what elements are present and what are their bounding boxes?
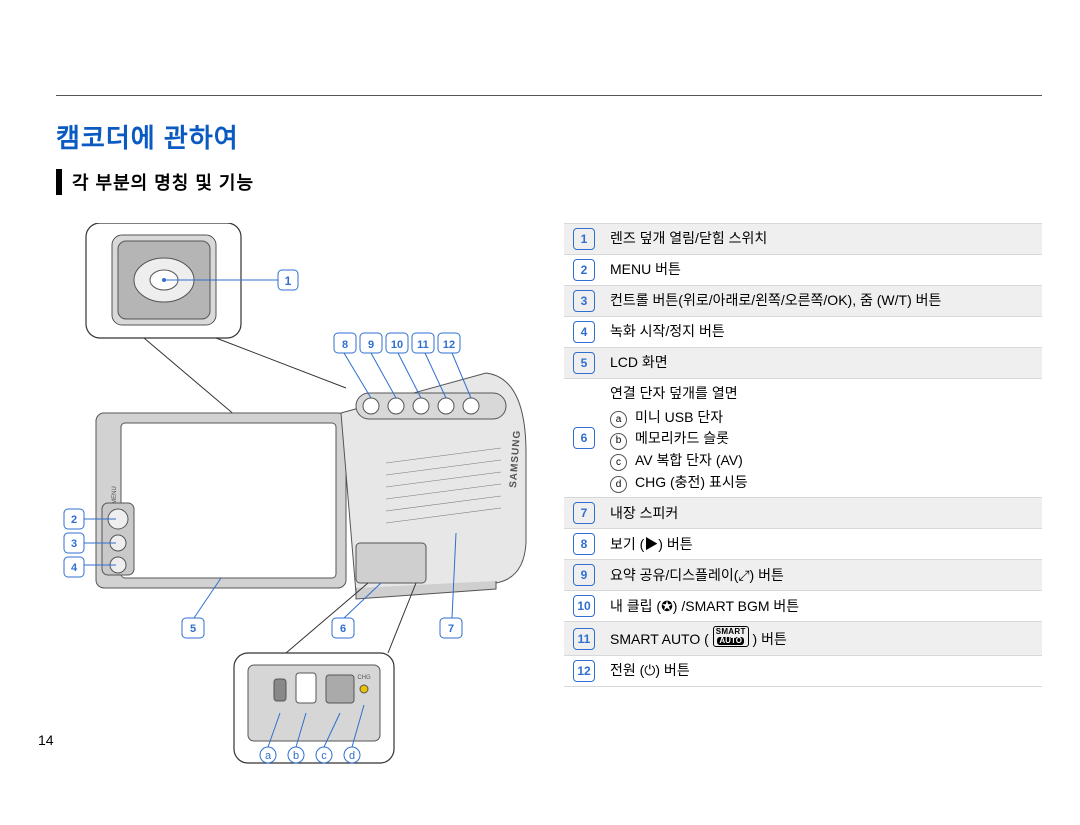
sub-mark: b	[610, 433, 627, 450]
part-description: SMART AUTO ( SMARTAUTO ) 버튼	[604, 622, 1042, 656]
callout-a: a	[265, 750, 272, 762]
part-number-badge: 7	[573, 502, 595, 524]
page-number: 14	[38, 732, 54, 748]
sub-label: AV 복합 단자 (AV)	[635, 450, 743, 472]
table-row: 2 MENU 버튼	[564, 255, 1042, 286]
callout-d: d	[349, 750, 355, 762]
svg-text:CHG: CHG	[357, 675, 371, 681]
part-number-badge: 11	[573, 628, 595, 650]
callout-4: 4	[71, 562, 78, 574]
part-description: 내장 스피커	[604, 498, 1042, 529]
part-description: 녹화 시작/정지 버튼	[604, 317, 1042, 348]
sub-label: 미니 USB 단자	[635, 407, 723, 429]
callout-10: 10	[391, 339, 403, 351]
table-row: 3 컨트롤 버튼(위로/아래로/왼쪽/오른쪽/OK), 줌 (W/T) 버튼	[564, 286, 1042, 317]
page-content: 캠코더에 관하여 각 부분의 명칭 및 기능 1	[56, 118, 1042, 788]
part-description: 보기 (▶) 버튼	[604, 529, 1042, 560]
svg-text:MENU: MENU	[112, 486, 118, 504]
part-description: 연결 단자 덮개를 열면 a미니 USB 단자b메모리카드 슬롯cAV 복합 단…	[604, 379, 1042, 498]
part-number-badge: 6	[573, 427, 595, 449]
table-row: 10 내 클립 (✪) /SMART BGM 버튼	[564, 591, 1042, 622]
callout-9: 9	[368, 339, 374, 351]
callout-5: 5	[190, 623, 196, 635]
callout-7: 7	[448, 623, 454, 635]
sub-label: 메모리카드 슬롯	[635, 428, 729, 450]
callout-11: 11	[417, 339, 429, 351]
page-top-rule	[56, 95, 1042, 96]
table-row: 1 렌즈 덮개 열림/닫힘 스위치	[564, 224, 1042, 255]
callout-3: 3	[71, 538, 77, 550]
camcorder-illustration: 1	[56, 223, 546, 783]
part-number-badge: 9	[573, 564, 595, 586]
part-number-badge: 2	[573, 259, 595, 281]
part-number-badge: 8	[573, 533, 595, 555]
callout-2: 2	[71, 514, 77, 526]
part-number-badge: 12	[573, 660, 595, 682]
part-number-badge: 4	[573, 321, 595, 343]
callout-8: 8	[342, 339, 348, 351]
part-description: 내 클립 (✪) /SMART BGM 버튼	[604, 591, 1042, 622]
table-row: 4 녹화 시작/정지 버튼	[564, 317, 1042, 348]
table-row: 6연결 단자 덮개를 열면 a미니 USB 단자b메모리카드 슬롯cAV 복합 …	[564, 379, 1042, 498]
sub-mark: c	[610, 454, 627, 471]
callout-b: b	[293, 750, 299, 762]
part-description: MENU 버튼	[604, 255, 1042, 286]
part-number-badge: 1	[573, 228, 595, 250]
sub-mark: d	[610, 476, 627, 493]
parts-table: 1 렌즈 덮개 열림/닫힘 스위치 2 MENU 버튼 3 컨트롤 버튼(위로/아래로/왼…	[564, 223, 1042, 687]
part-description: LCD 화면	[604, 348, 1042, 379]
part-description: 전원 (⏻) 버튼	[604, 656, 1042, 687]
smart-auto-icon: SMARTAUTO	[713, 626, 749, 647]
part-description: 렌즈 덮개 열림/닫힘 스위치	[604, 224, 1042, 255]
part-number-badge: 3	[573, 290, 595, 312]
part-number-badge: 5	[573, 352, 595, 374]
table-row: 5 LCD 화면	[564, 348, 1042, 379]
table-row: 11 SMART AUTO ( SMARTAUTO ) 버튼	[564, 622, 1042, 656]
table-row: 9 요약 공유/디스플레이(⤢) 버튼	[564, 560, 1042, 591]
table-row: 12 전원 (⏻) 버튼	[564, 656, 1042, 687]
part-number-badge: 10	[573, 595, 595, 617]
callout-12: 12	[443, 339, 455, 351]
table-row: 7 내장 스피커	[564, 498, 1042, 529]
callout-c: c	[321, 750, 327, 762]
sub-label: CHG (충전) 표시등	[635, 472, 748, 494]
sub-mark: a	[610, 411, 627, 428]
part-description: 요약 공유/디스플레이(⤢) 버튼	[604, 560, 1042, 591]
callout-6: 6	[340, 623, 346, 635]
section-title: 각 부분의 명칭 및 기능	[56, 169, 1042, 195]
product-diagram: 1	[56, 223, 546, 788]
callout-1: 1	[285, 274, 292, 288]
page-title: 캠코더에 관하여	[56, 118, 1042, 155]
table-row: 8 보기 (▶) 버튼	[564, 529, 1042, 560]
part-description: 컨트롤 버튼(위로/아래로/왼쪽/오른쪽/OK), 줌 (W/T) 버튼	[604, 286, 1042, 317]
